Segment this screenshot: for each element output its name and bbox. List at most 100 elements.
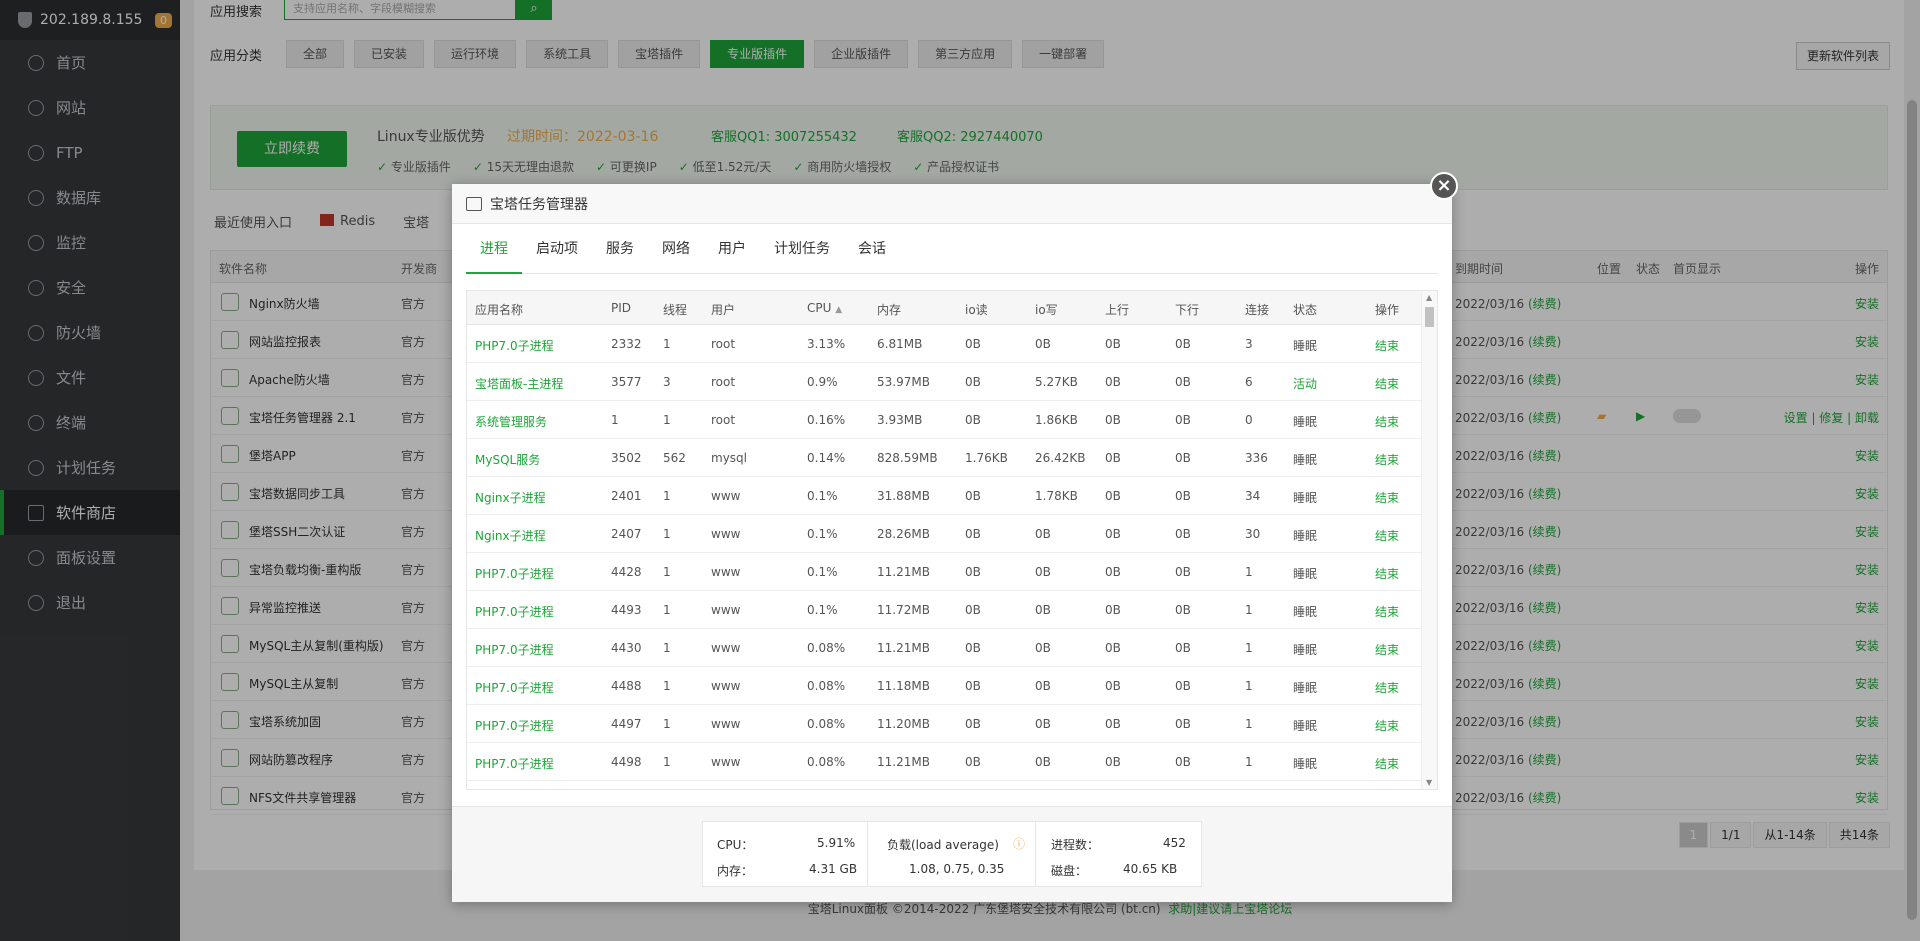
process-pid: 4498	[611, 755, 642, 769]
table-row: Nginx子进程 2401 1 www 0.1% 31.88MB 0B 1.78KB 0B 0B 3…	[467, 477, 1437, 515]
process-io-read: 1.76KB	[965, 451, 1008, 465]
process-cpu: 0.1%	[807, 603, 838, 617]
process-user: www	[711, 755, 741, 769]
process-threads: 1	[663, 717, 671, 731]
col-cpu[interactable]: CPU ▲	[807, 301, 842, 315]
process-name[interactable]: Nginx子进程	[475, 527, 546, 544]
process-name[interactable]: PHP7.0子进程	[475, 717, 554, 734]
process-name[interactable]: PHP7.0子进程	[475, 337, 554, 354]
process-user: www	[711, 565, 741, 579]
process-scrollbar[interactable]: ▲ ▼	[1421, 291, 1437, 789]
process-op[interactable]: 结束	[1375, 755, 1399, 772]
process-io-read: 0B	[965, 603, 981, 617]
process-op[interactable]: 结束	[1375, 413, 1399, 430]
process-mem: 11.72MB	[877, 603, 930, 617]
process-name[interactable]: PHP7.0子进程	[475, 755, 554, 772]
table-row: 系统管理服务 1 1 root 0.16% 3.93MB 0B 1.86KB 0B 0B 0 睡眠 结束	[467, 401, 1437, 439]
process-down: 0B	[1175, 717, 1191, 731]
process-name[interactable]: Nginx子进程	[475, 489, 546, 506]
process-op[interactable]: 结束	[1375, 489, 1399, 506]
process-down: 0B	[1175, 413, 1191, 427]
process-op[interactable]: 结束	[1375, 451, 1399, 468]
process-threads: 1	[663, 527, 671, 541]
process-io-read: 0B	[965, 337, 981, 351]
process-cpu: 3.13%	[807, 337, 846, 351]
process-down: 0B	[1175, 375, 1191, 389]
process-status: 睡眠	[1293, 415, 1318, 429]
tab-4[interactable]: 用户	[704, 224, 760, 274]
process-threads: 1	[663, 489, 671, 503]
process-name[interactable]: MySQL服务	[475, 451, 540, 468]
modal-tabs: 进程 启动项 服务 网络 用户 计划任务 会话	[466, 224, 1438, 274]
process-op[interactable]: 结束	[1375, 679, 1399, 696]
process-name[interactable]: PHP7.0子进程	[475, 679, 554, 696]
process-io-write: 0B	[1035, 679, 1051, 693]
process-mem: 31.88MB	[877, 489, 930, 503]
table-row: PHP7.0子进程 4498 1 www 0.08% 11.21MB 0B 0B 0B 0B 1 睡眠…	[467, 743, 1437, 781]
process-pid: 2407	[611, 527, 642, 541]
process-down: 0B	[1175, 679, 1191, 693]
process-op[interactable]: 结束	[1375, 717, 1399, 734]
col-up: 上行	[1105, 303, 1130, 317]
process-down: 0B	[1175, 641, 1191, 655]
process-io-read: 0B	[965, 641, 981, 655]
help-icon[interactable]: ⓘ	[1013, 835, 1025, 852]
tab-1[interactable]: 启动项	[522, 224, 592, 274]
tab-6[interactable]: 会话	[844, 224, 900, 274]
tab-5[interactable]: 计划任务	[760, 224, 844, 274]
process-io-read: 0B	[965, 755, 981, 769]
scroll-down-icon[interactable]: ▼	[1426, 778, 1432, 787]
process-mem: 11.21MB	[877, 565, 930, 579]
proc-value: 452	[1163, 836, 1186, 850]
close-icon[interactable]: ×	[1430, 172, 1458, 200]
process-user: root	[711, 375, 736, 389]
process-op[interactable]: 结束	[1375, 527, 1399, 544]
process-io-write: 0B	[1035, 337, 1051, 351]
process-mem: 11.21MB	[877, 755, 930, 769]
process-cpu: 0.08%	[807, 641, 846, 655]
process-conn: 1	[1245, 641, 1253, 655]
process-pid: 3577	[611, 375, 642, 389]
process-op[interactable]: 结束	[1375, 641, 1399, 658]
process-io-write: 0B	[1035, 755, 1051, 769]
tab-3[interactable]: 网络	[648, 224, 704, 274]
process-user: root	[711, 337, 736, 351]
sort-asc-icon: ▲	[835, 305, 843, 315]
col-user: 用户	[711, 303, 736, 317]
process-pid: 4488	[611, 679, 642, 693]
process-io-read: 0B	[965, 489, 981, 503]
process-cpu: 0.08%	[807, 755, 846, 769]
process-op[interactable]: 结束	[1375, 603, 1399, 620]
process-cpu: 0.16%	[807, 413, 846, 427]
load-label: 负载(load average)	[887, 838, 999, 852]
process-conn: 1	[1245, 603, 1253, 617]
process-user: www	[711, 641, 741, 655]
process-name[interactable]: PHP7.0子进程	[475, 641, 554, 658]
scroll-up-icon[interactable]: ▲	[1426, 293, 1432, 302]
process-conn: 1	[1245, 717, 1253, 731]
process-name[interactable]: 系统管理服务	[475, 413, 547, 430]
process-pid: 4497	[611, 717, 642, 731]
process-io-read: 0B	[965, 717, 981, 731]
process-mem: 11.21MB	[877, 641, 930, 655]
process-name[interactable]: 宝塔面板-主进程	[475, 375, 563, 392]
tab-2[interactable]: 服务	[592, 224, 648, 274]
col-conn: 连接	[1245, 303, 1270, 317]
process-down: 0B	[1175, 603, 1191, 617]
process-io-read: 0B	[965, 679, 981, 693]
process-user: www	[711, 527, 741, 541]
process-io-write: 0B	[1035, 603, 1051, 617]
process-cpu: 0.9%	[807, 375, 838, 389]
process-scrollbar-thumb[interactable]	[1425, 307, 1434, 327]
mem-label: 内存：	[717, 864, 754, 878]
process-op[interactable]: 结束	[1375, 375, 1399, 392]
table-row: PHP7.0子进程 2332 1 root 3.13% 6.81MB 0B 0B 0B 0B 3 睡眠…	[467, 325, 1437, 363]
process-op[interactable]: 结束	[1375, 337, 1399, 354]
process-op[interactable]: 结束	[1375, 565, 1399, 582]
process-name[interactable]: PHP7.0子进程	[475, 603, 554, 620]
process-user: mysql	[711, 451, 747, 465]
process-up: 0B	[1105, 603, 1121, 617]
tab-0[interactable]: 进程	[466, 224, 522, 274]
process-name[interactable]: PHP7.0子进程	[475, 565, 554, 582]
process-threads: 1	[663, 755, 671, 769]
